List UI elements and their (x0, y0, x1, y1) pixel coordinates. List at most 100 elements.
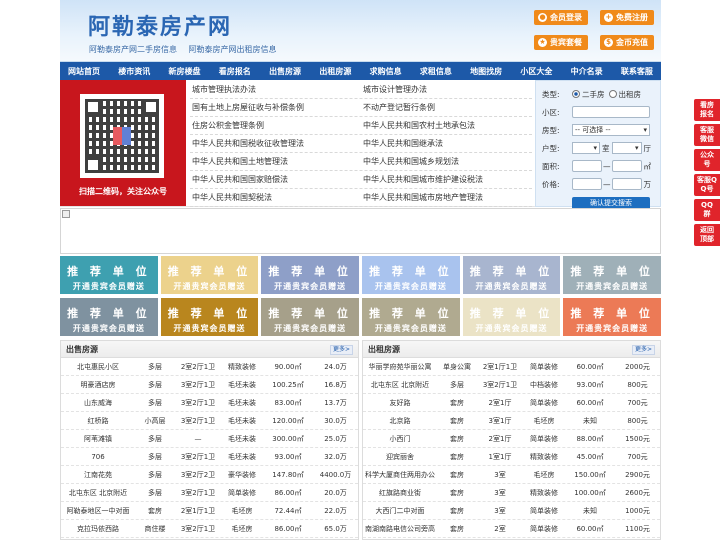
listing-title[interactable]: 山东威海 (61, 398, 135, 408)
listing-row[interactable]: 江南花苑 多层 3室2厅2卫 豪华装修 147.80㎡ 4400.0万 (61, 466, 358, 484)
listing-title[interactable]: 红旗路商业街 (363, 488, 437, 498)
side-qq[interactable]: 客服Q Q号 (694, 174, 720, 196)
listing-title[interactable]: 红桥路 (61, 416, 135, 426)
recommended-unit-tile[interactable]: 推 荐 单 位开通贵宾会员赠送 (160, 298, 259, 336)
listing-title[interactable]: 大西门二中对面 (363, 506, 437, 516)
listing-row[interactable]: 阿苇滩镇 多层 — 毛坯未装 300.00㎡ 25.0万 (61, 430, 358, 448)
policy-link[interactable]: 住房公积金管理条例 (190, 120, 361, 131)
listing-title[interactable]: 友好路 (363, 398, 437, 408)
nav-news[interactable]: 楼市资讯 (118, 66, 150, 77)
listing-title[interactable]: 706 (61, 453, 135, 461)
recommended-unit-tile[interactable]: 推 荐 单 位开通贵宾会员赠送 (563, 256, 662, 294)
recommended-unit-tile[interactable]: 推 荐 单 位开通贵宾会员赠送 (362, 298, 460, 336)
room-select[interactable] (572, 142, 600, 154)
listing-title[interactable]: 迎宾丽舍 (363, 452, 437, 462)
recommended-unit-tile[interactable]: 推 荐 单 位开通贵宾会员赠送 (261, 256, 360, 294)
listing-title[interactable]: 江南花苑 (61, 470, 135, 480)
side-viewing-signup[interactable]: 看房 报名 (694, 99, 720, 121)
policy-link[interactable]: 中华人民共和国土地管理法 (190, 156, 361, 167)
community-input[interactable] (572, 106, 650, 118)
recommended-unit-tile[interactable]: 推 荐 单 位开通贵宾会员赠送 (60, 256, 158, 294)
listing-row[interactable]: 山东威海 多层 3室2厅1卫 毛坯未装 83.00㎡ 13.7万 (61, 394, 358, 412)
listing-row[interactable]: 红桥路 小高层 3室2厅1卫 毛坯未装 120.00㎡ 30.0万 (61, 412, 358, 430)
recommended-unit-tile[interactable]: 推 荐 单 位开通贵宾会员赠送 (60, 298, 158, 336)
policy-link[interactable]: 国有土地上房屋征收与补偿条例 (190, 102, 361, 113)
listing-row[interactable]: 华丽学府苑华丽公寓 单身公寓 2室1厅1卫 简单装修 60.00㎡ 2000元 (363, 358, 660, 376)
radio-second-hand[interactable] (572, 90, 580, 98)
listing-row[interactable]: 科学大厦商住两用办公 套房 3室 毛坯房 150.00㎡ 2900元 (363, 466, 660, 484)
nav-new-homes[interactable]: 新房楼盘 (169, 66, 201, 77)
housing-select[interactable]: -- 可选择 -- (572, 124, 650, 136)
listing-title[interactable]: 北屯惠民小区 (61, 362, 135, 372)
nav-contact[interactable]: 联系客服 (621, 66, 653, 77)
recommended-unit-tile[interactable]: 推 荐 单 位开通贵宾会员赠送 (462, 256, 561, 294)
listing-title[interactable]: 明豪酒店房 (61, 380, 135, 390)
listing-title[interactable]: 华丽学府苑华丽公寓 (363, 362, 437, 372)
listing-row[interactable]: 友好路 套房 2室1厅 简单装修 60.00㎡ 700元 (363, 394, 660, 412)
listing-title[interactable]: 阿勒泰地区一中对面 (61, 506, 135, 516)
listing-row[interactable]: 红旗路商业街 套房 3室 精致装修 100.00㎡ 2600元 (363, 484, 660, 502)
nav-agents[interactable]: 中介名录 (571, 66, 603, 77)
price-min-input[interactable] (572, 178, 602, 190)
listing-row[interactable]: 克拉玛依西路 商住楼 3室2厅1卫 毛坯房 86.00㎡ 65.0万 (61, 520, 358, 538)
side-qq-group[interactable]: QQ 群 (694, 199, 720, 221)
nav-want-buy[interactable]: 求购信息 (370, 66, 402, 77)
price-max-input[interactable] (611, 178, 642, 190)
listing-row[interactable]: 南湖南路电信公司旁高 套房 2室 简单装修 60.00㎡ 1100元 (363, 520, 660, 538)
policy-link[interactable]: 中华人民共和国农村土地承包法 (361, 120, 532, 131)
listing-title[interactable]: 克拉玛依西路 (61, 524, 135, 534)
listing-row[interactable]: 大西门二中对面 套房 3室 简单装修 未知 1000元 (363, 502, 660, 520)
recommended-unit-tile[interactable]: 推 荐 单 位开通贵宾会员赠送 (160, 256, 259, 294)
policy-link[interactable]: 不动产登记暂行条例 (361, 102, 532, 113)
side-official-account[interactable]: 公众号 (694, 149, 720, 171)
area-min-input[interactable] (572, 160, 602, 172)
policy-link[interactable]: 中华人民共和国城市维护建设税法 (361, 174, 532, 185)
recommended-unit-tile[interactable]: 推 荐 单 位开通贵宾会员赠送 (462, 298, 561, 336)
listing-row[interactable]: 北京路 套房 3室1厅 毛坯房 未知 800元 (363, 412, 660, 430)
hall-select[interactable] (611, 142, 642, 154)
policy-link[interactable]: 城市管理执法办法 (190, 84, 361, 95)
listing-row[interactable]: 迎宾丽舍 套房 1室1厅 精致装修 45.00㎡ 700元 (363, 448, 660, 466)
recommended-unit-tile[interactable]: 推 荐 单 位开通贵宾会员赠送 (362, 256, 460, 294)
listing-row[interactable]: 小西门 套房 2室1厅 简单装修 88.00㎡ 1500元 (363, 430, 660, 448)
policy-link[interactable]: 中华人民共和国城乡规划法 (361, 156, 532, 167)
recommended-unit-tile[interactable]: 推 荐 单 位开通贵宾会员赠送 (563, 298, 662, 336)
policy-link[interactable]: 中华人民共和国国家赔偿法 (190, 174, 361, 185)
nav-communities[interactable]: 小区大全 (520, 66, 552, 77)
nav-home[interactable]: 网站首页 (68, 66, 100, 77)
nav-viewing-signup[interactable]: 看房报名 (219, 66, 251, 77)
policy-link[interactable]: 中华人民共和国税收征收管理法 (190, 138, 361, 149)
listing-title[interactable]: 南湖南路电信公司旁高 (363, 524, 437, 534)
listing-row[interactable]: 明豪酒店房 多层 3室2厅1卫 毛坯未装 100.25㎡ 16.8万 (61, 376, 358, 394)
nav-for-sale[interactable]: 出售房源 (269, 66, 301, 77)
recharge-button[interactable]: $ 金币充值 (600, 35, 654, 50)
listing-row[interactable]: 北屯惠民小区 多层 2室2厅1卫 精致装修 90.00㎡ 24.0万 (61, 358, 358, 376)
subtitle-rent[interactable]: 阿勒泰房产网出租房信息 (189, 45, 277, 54)
side-back-to-top[interactable]: 返回 顶部 (694, 224, 720, 246)
side-wechat[interactable]: 客服 微信 (694, 124, 720, 146)
register-button[interactable]: + 免费注册 (600, 10, 654, 25)
radio-rental[interactable] (608, 90, 617, 98)
listing-title[interactable]: 北屯东区 北京附近 (363, 380, 437, 390)
subtitle-sale[interactable]: 阿勒泰房产网二手房信息 (89, 45, 177, 54)
nav-for-rent[interactable]: 出租房源 (319, 66, 351, 77)
listing-title[interactable]: 北屯东区 北京附近 (61, 488, 135, 498)
listing-row[interactable]: 北屯东区 北京附近 多层 3室2厅1卫 简单装修 86.00㎡ 20.0万 (61, 484, 358, 502)
listing-title[interactable]: 阿苇滩镇 (61, 434, 135, 444)
listing-title[interactable]: 科学大厦商住两用办公 (363, 470, 437, 480)
vip-package-button[interactable]: ★ 贵宾套餐 (534, 35, 588, 50)
area-max-input[interactable] (611, 160, 642, 172)
sale-more-link[interactable]: 更多> (329, 345, 353, 355)
listing-row[interactable]: 706 多层 3室2厅1卫 毛坯未装 93.00㎡ 32.0万 (61, 448, 358, 466)
rent-more-link[interactable]: 更多> (631, 345, 655, 355)
site-logo[interactable]: 阿勒泰房产网 (88, 9, 232, 41)
listing-title[interactable]: 小西门 (363, 434, 437, 444)
login-button[interactable]: ● 会员登录 (534, 10, 588, 25)
ad-banner[interactable] (60, 208, 661, 254)
policy-link[interactable]: 中华人民共和国继承法 (361, 138, 532, 149)
policy-link[interactable]: 中华人民共和国城市房地产管理法 (361, 192, 532, 203)
nav-want-rent[interactable]: 求租信息 (420, 66, 452, 77)
nav-map-search[interactable]: 地图找房 (470, 66, 502, 77)
listing-row[interactable]: 北屯东区 北京附近 多层 3室2厅1卫 中档装修 93.00㎡ 800元 (363, 376, 660, 394)
listing-row[interactable]: 阿勒泰地区一中对面 套房 2室1厅1卫 毛坯房 72.44㎡ 22.0万 (61, 502, 358, 520)
